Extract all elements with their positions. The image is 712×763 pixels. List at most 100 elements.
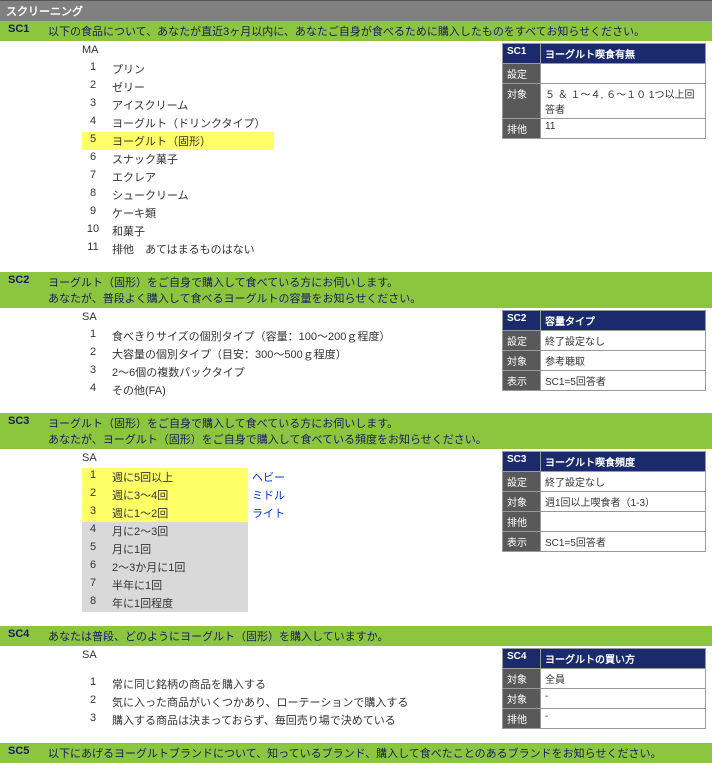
option-number: 2 <box>82 693 108 711</box>
question-text: 以下の食品について、あなたが直近3ヶ月以内に、あなたご自身が食べるために購入した… <box>44 21 712 41</box>
meta-value: SC1=5回答者 <box>541 532 706 552</box>
question-text: ヨーグルト（固形）をご自身で購入して食べている方にお伺いします。あなたが、ヨーグ… <box>44 413 712 449</box>
option-row: 3週に1〜2回ライト <box>82 504 293 522</box>
question-code: SC4 <box>0 626 44 642</box>
option-label: 和菓子 <box>108 222 274 240</box>
option-number: 3 <box>82 711 108 729</box>
option-number: 7 <box>82 168 108 186</box>
meta-header-title: 容量タイプ <box>541 311 706 331</box>
question-type: SA <box>0 451 502 468</box>
option-row: 2大容量の個別タイプ（目安：300〜500ｇ程度） <box>82 345 398 363</box>
meta-area: SC3ヨーグルト喫食頻度設定終了設定なし対象週1回以上喫食者（1-3）排他表示S… <box>502 451 706 552</box>
question-body: SA1週に5回以上ヘビー2週に3〜4回ミドル3週に1〜2回ライト4月に2〜3回5… <box>0 449 712 626</box>
option-number: 4 <box>82 522 108 540</box>
option-number: 9 <box>82 204 108 222</box>
meta-table: SC2容量タイプ設定終了設定なし対象参考聴取表示SC1=5回答者 <box>502 310 706 391</box>
option-number: 2 <box>82 78 108 96</box>
question-body: SA1食べきりサイズの個別タイプ（容量：100〜200ｇ程度）2大容量の個別タイ… <box>0 308 712 413</box>
option-row: 8シュークリーム <box>82 186 274 204</box>
option-number: 5 <box>82 132 108 150</box>
option-note: ヘビー <box>248 468 293 486</box>
meta-row: 排他 <box>503 512 706 532</box>
meta-value: - <box>541 689 706 709</box>
meta-row: 表示SC1=5回答者 <box>503 532 706 552</box>
meta-value: ５ ＆ １〜４, ６〜１０ 1つ以上回答者 <box>541 84 706 119</box>
option-number: 6 <box>82 150 108 168</box>
meta-row: 設定終了設定なし <box>503 472 706 492</box>
option-row: 9ケーキ類 <box>82 204 274 222</box>
question-header: SC3ヨーグルト（固形）をご自身で購入して食べている方にお伺いします。あなたが、… <box>0 413 712 449</box>
meta-row: 対象参考聴取 <box>503 351 706 371</box>
meta-row: 排他- <box>503 709 706 729</box>
meta-table: SC4ヨーグルトの買い方対象全員対象-排他- <box>502 648 706 729</box>
option-number: 1 <box>82 327 108 345</box>
option-label: スナック菓子 <box>108 150 274 168</box>
option-row: 3アイスクリーム <box>82 96 274 114</box>
option-row: 5月に1回 <box>82 540 293 558</box>
spacer <box>0 665 502 675</box>
option-label: 食べきりサイズの個別タイプ（容量：100〜200ｇ程度） <box>108 327 398 345</box>
option-number: 5 <box>82 540 108 558</box>
meta-key: 排他 <box>503 709 541 729</box>
meta-header-code: SC3 <box>503 452 541 472</box>
meta-value: 週1回以上喫食者（1-3） <box>541 492 706 512</box>
meta-header-title: ヨーグルト喫食有無 <box>541 44 706 64</box>
meta-key: 排他 <box>503 119 541 139</box>
option-number: 11 <box>82 240 108 258</box>
option-label: エクレア <box>108 168 274 186</box>
meta-key: 設定 <box>503 64 541 84</box>
option-note: ミドル <box>248 486 293 504</box>
option-label: ヨーグルト（ドリンクタイプ） <box>108 114 274 132</box>
option-row: 10和菓子 <box>82 222 274 240</box>
option-number: 3 <box>82 96 108 114</box>
question-type: MA <box>0 43 502 60</box>
option-number: 7 <box>82 576 108 594</box>
option-number: 4 <box>82 381 108 399</box>
option-number: 10 <box>82 222 108 240</box>
option-label: 年に1回程度 <box>108 594 248 612</box>
section-title: スクリーニング <box>0 0 712 21</box>
options-area: SA1食べきりサイズの個別タイプ（容量：100〜200ｇ程度）2大容量の個別タイ… <box>0 308 502 413</box>
meta-table: SC1ヨーグルト喫食有無設定対象５ ＆ １〜４, ６〜１０ 1つ以上回答者排他1… <box>502 43 706 139</box>
option-number: 8 <box>82 186 108 204</box>
option-row: 8年に1回程度 <box>82 594 293 612</box>
meta-key: 排他 <box>503 512 541 532</box>
meta-key: 対象 <box>503 689 541 709</box>
meta-row: 対象- <box>503 689 706 709</box>
options-table: 1週に5回以上ヘビー2週に3〜4回ミドル3週に1〜2回ライト4月に2〜3回5月に… <box>82 468 293 612</box>
option-number: 6 <box>82 558 108 576</box>
meta-row: 対象５ ＆ １〜４, ６〜１０ 1つ以上回答者 <box>503 84 706 119</box>
meta-value <box>541 512 706 532</box>
options-area: SA1週に5回以上ヘビー2週に3〜4回ミドル3週に1〜2回ライト4月に2〜3回5… <box>0 449 502 626</box>
options-table: 1常に同じ銘柄の商品を購入する2気に入った商品がいくつかあり、ローテーションで購… <box>82 675 416 729</box>
meta-value: SC1=5回答者 <box>541 371 706 391</box>
options-table: 1食べきりサイズの個別タイプ（容量：100〜200ｇ程度）2大容量の個別タイプ（… <box>82 327 398 399</box>
meta-value: 終了設定なし <box>541 472 706 492</box>
option-label: プリン <box>108 60 274 78</box>
option-row: 2ゼリー <box>82 78 274 96</box>
option-label: 購入する商品は決まっておらず、毎回売り場で決めている <box>108 711 416 729</box>
meta-area: SC4ヨーグルトの買い方対象全員対象-排他- <box>502 648 706 729</box>
option-number: 1 <box>82 60 108 78</box>
meta-value: 全員 <box>541 669 706 689</box>
option-label: シュークリーム <box>108 186 274 204</box>
meta-key: 対象 <box>503 492 541 512</box>
option-label: 2〜3か月に1回 <box>108 558 248 576</box>
option-row: 1プリン <box>82 60 274 78</box>
question-header: SC2ヨーグルト（固形）をご自身で購入して食べている方にお伺いします。あなたが、… <box>0 272 712 308</box>
meta-header-row: SC2容量タイプ <box>503 311 706 331</box>
option-row: 7エクレア <box>82 168 274 186</box>
option-row: 1常に同じ銘柄の商品を購入する <box>82 675 416 693</box>
meta-header-code: SC1 <box>503 44 541 64</box>
question-type: SA <box>0 310 502 327</box>
meta-value: 参考聴取 <box>541 351 706 371</box>
option-row: 32〜6個の複数パックタイプ <box>82 363 398 381</box>
option-number: 1 <box>82 468 108 486</box>
question-code: SC2 <box>0 272 44 288</box>
option-row: 4月に2〜3回 <box>82 522 293 540</box>
meta-key: 表示 <box>503 371 541 391</box>
meta-key: 設定 <box>503 472 541 492</box>
option-note: ライト <box>248 504 293 522</box>
meta-row: 表示SC1=5回答者 <box>503 371 706 391</box>
meta-row: 排他11 <box>503 119 706 139</box>
